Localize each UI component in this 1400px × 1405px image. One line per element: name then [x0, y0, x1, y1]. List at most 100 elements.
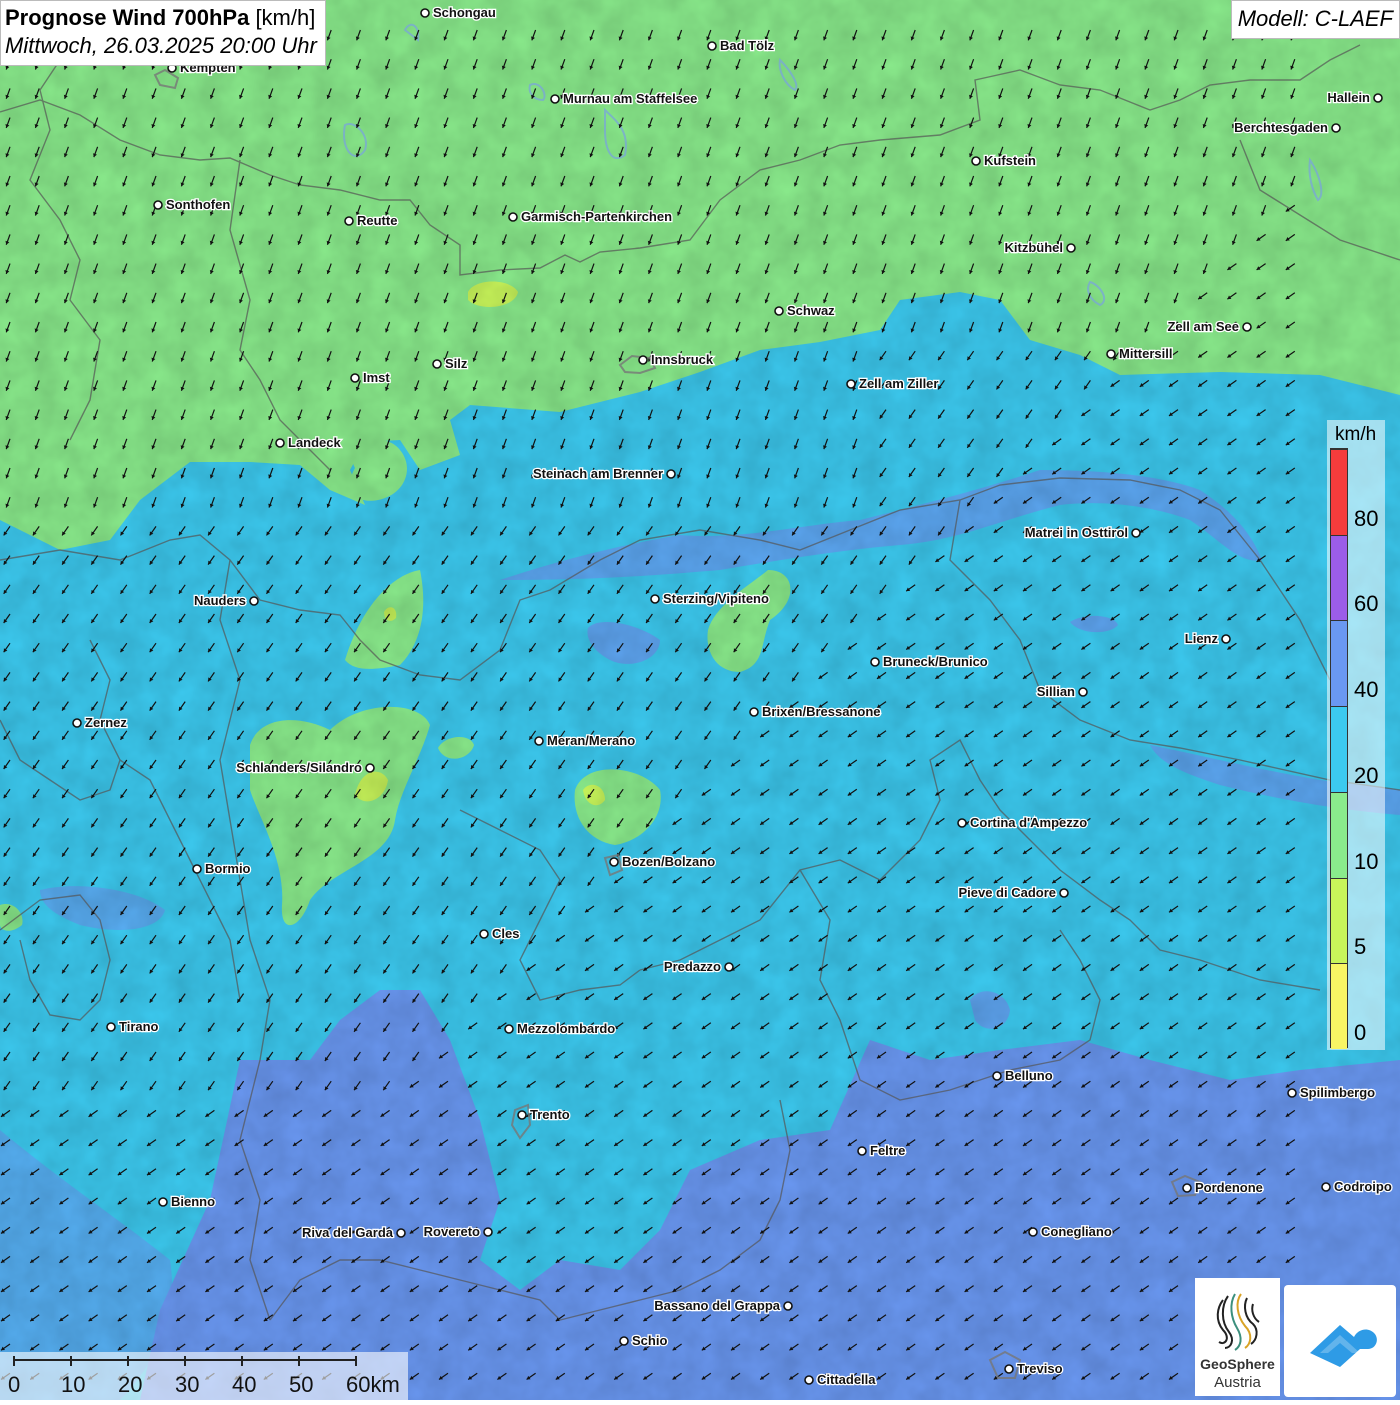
legend-segment [1331, 620, 1347, 707]
legend-segment [1331, 791, 1347, 878]
city-label: Brixen/Bressanone [762, 704, 881, 719]
city-dot [249, 596, 259, 606]
city-dot [1182, 1183, 1192, 1193]
city-label: Steinach am Brenner [533, 466, 663, 481]
city-label: Conegliano [1041, 1224, 1112, 1239]
city-dot [707, 41, 717, 51]
legend-segment [1331, 534, 1347, 621]
city-dot [1059, 888, 1069, 898]
city-label: Hallein [1327, 90, 1370, 105]
city-label: Riva del Garda [302, 1225, 394, 1240]
geosphere-logo: GeoSphere Austria [1195, 1278, 1280, 1396]
city-dot [992, 1071, 1002, 1081]
city-marker: Brixen/Bressanone [749, 703, 882, 720]
map-title: Prognose Wind 700hPa [km/h] [5, 4, 317, 32]
city-dot [857, 1146, 867, 1156]
city-dot [638, 355, 648, 365]
wind-map: SchongauBad TölzKemptenMurnau am Staffel… [0, 0, 1400, 1400]
city-dot [609, 857, 619, 867]
city-label: Spilimbergo [1300, 1085, 1375, 1100]
city-dot [1331, 123, 1341, 133]
city-marker: Bozen/Bolzano [609, 853, 717, 870]
city-label: Berchtesgaden [1234, 120, 1328, 135]
city-label: Zernez [85, 715, 127, 730]
city-label: Mezzolombardo [517, 1021, 615, 1036]
city-dot [517, 1110, 527, 1120]
city-label: Zell am Ziller [859, 376, 938, 391]
city-dot [971, 156, 981, 166]
city-marker: Zell am Ziller [846, 375, 940, 392]
city-marker: Bruneck/Brunico [870, 653, 989, 670]
city-label: Bassano del Grappa [654, 1298, 780, 1313]
color-legend: km/h 80 60 40 20 10 5 0 [1327, 420, 1385, 1050]
city-dot [1131, 528, 1141, 538]
city-marker: Bassano del Grappa [653, 1297, 793, 1314]
city-marker: Innsbruck [638, 351, 715, 368]
city-marker: Conegliano [1028, 1223, 1113, 1240]
city-label: Meran/Merano [547, 733, 635, 748]
city-dot [724, 962, 734, 972]
city-label: Zell am See [1167, 319, 1239, 334]
city-marker: Schongau [420, 4, 497, 21]
city-dot [1004, 1364, 1014, 1374]
city-label: Schio [632, 1333, 667, 1348]
city-dot [846, 379, 856, 389]
city-label: Murnau am Staffelsee [563, 91, 697, 106]
city-dot [550, 94, 560, 104]
city-label: Cles [492, 926, 519, 941]
city-label: Bozen/Bolzano [622, 854, 715, 869]
city-label: Kufstein [984, 153, 1036, 168]
city-dot [158, 1197, 168, 1207]
legend-segment [1331, 877, 1347, 964]
city-label: Cittadella [817, 1372, 876, 1387]
scale-label: 40 [232, 1372, 256, 1397]
city-dot [619, 1336, 629, 1346]
city-label: Sterzing/Vipiteno [663, 591, 769, 606]
city-dot [483, 1227, 493, 1237]
city-label: Rovereto [424, 1224, 480, 1239]
scale-label: 50 [289, 1372, 313, 1397]
scale-label: 20 [118, 1372, 142, 1397]
city-label: Silz [445, 356, 468, 371]
scale-label: 30 [175, 1372, 199, 1397]
legend-unit: km/h [1335, 424, 1377, 445]
city-dot [1221, 634, 1231, 644]
city-label: Trento [530, 1107, 570, 1122]
city-marker: Pordenone [1182, 1179, 1264, 1196]
scale-label: 60km [346, 1372, 400, 1397]
city-dot [650, 594, 660, 604]
city-label: Schlanders/Silandro [236, 760, 362, 775]
city-label: Tirano [119, 1019, 159, 1034]
legend-label: 20 [1354, 762, 1379, 788]
city-dot [508, 212, 518, 222]
scale-label: 10 [61, 1372, 85, 1397]
city-label: Bienno [171, 1194, 215, 1209]
city-marker: Sonthofen [153, 196, 232, 213]
city-dot [1028, 1227, 1038, 1237]
legend-label: 5 [1354, 934, 1367, 960]
city-label: Sonthofen [166, 197, 230, 212]
city-dot [106, 1022, 116, 1032]
city-marker: Pieve di Cadore [957, 884, 1069, 901]
city-marker: Spilimbergo [1287, 1084, 1376, 1101]
city-label: Treviso [1017, 1361, 1063, 1376]
city-label: Feltre [870, 1143, 905, 1158]
city-dot [420, 8, 430, 18]
city-label: Imst [363, 370, 390, 385]
city-label: Bad Tölz [720, 38, 775, 53]
city-dot [804, 1375, 814, 1385]
legend-label: 10 [1354, 848, 1379, 874]
legend-label: 40 [1354, 677, 1379, 703]
city-marker: Sterzing/Vipiteno [650, 590, 770, 607]
city-label: Belluno [1005, 1068, 1053, 1083]
legend-segment [1331, 449, 1347, 535]
city-marker: Matrei in Osttirol [1023, 524, 1141, 541]
legend-colorbar [1330, 448, 1348, 1049]
city-label: Pieve di Cadore [958, 885, 1056, 900]
city-label: Bruneck/Brunico [883, 654, 988, 669]
city-label: Predazzo [664, 959, 721, 974]
city-dot [72, 718, 82, 728]
city-dot [504, 1024, 514, 1034]
city-dot [1373, 93, 1383, 103]
city-marker: Schlanders/Silandro [235, 759, 375, 776]
